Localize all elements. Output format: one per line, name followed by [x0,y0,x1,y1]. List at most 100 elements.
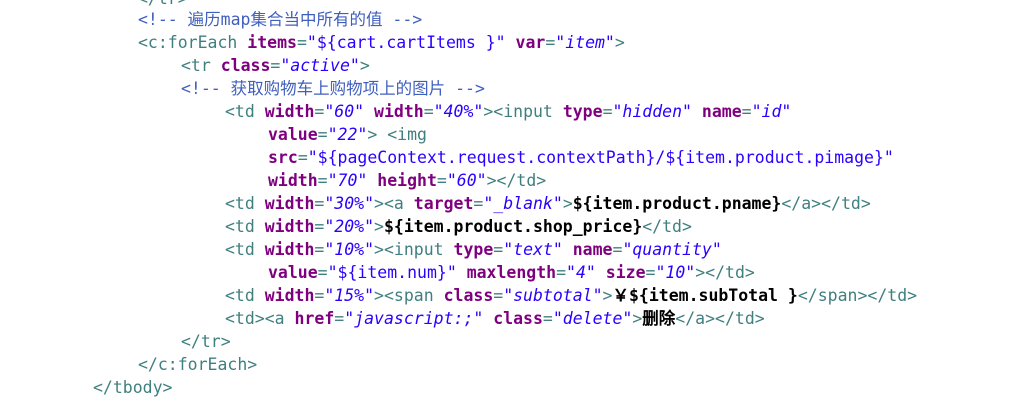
equals: = [314,194,325,213]
equals: = [314,240,325,259]
attr-value: "javascript:;" [344,309,484,328]
code-line-9: <td width="30%"><a target="_blank">${ite… [225,192,871,215]
equals: = [334,309,345,328]
attr-name: name [572,240,613,259]
tag-open: <c:forEach [138,33,238,52]
tag-close: </a></td> [781,194,871,213]
tag-close: > [562,194,573,213]
attr-name: size [605,263,646,282]
code-line-1: <!-- 遍历map集合当中所有的值 --> [138,8,422,31]
code-line-5: <td width="60" width="40%"><input type="… [225,100,791,123]
code-line-11: <td width="10%"><input type="text" name=… [225,238,722,261]
tag-open: <input [383,240,444,259]
code-line-12: value="${item.num}" maxlength="4" size="… [268,261,755,284]
attr-name: width [264,102,315,121]
attr-value: "60" [446,171,487,190]
equals: = [314,286,325,305]
attr-value: "4" [566,263,596,282]
attr-value: "70" [327,171,368,190]
tag-close: > [374,194,384,213]
code-editor[interactable]: </tr> <!-- 遍历map集合当中所有的值 --> <c:forEach … [0,0,1027,403]
equals: = [545,33,556,52]
attr-name: class [220,56,271,75]
attr-value: "item" [555,33,615,52]
attr-name: width [268,171,318,190]
attr-name: value [268,263,318,282]
tag-close: > [367,125,378,144]
equals: = [317,171,328,190]
code-line-7: src="${pageContext.request.contextPath}/… [268,146,894,169]
tag-close: </tr> [181,332,231,351]
attr-name: var [515,33,546,52]
equals: = [612,240,623,259]
tag-close: </tbody> [93,378,173,397]
code-line-10: <td width="20%">${item.product.shop_pric… [225,215,692,238]
equals: = [436,171,447,190]
attr-value: "40%" [433,102,484,121]
equals: = [314,102,325,121]
tag-close: ></td> [486,171,547,190]
attr-name: href [294,309,335,328]
code-line-13: <td width="15%"><span class="subtotal">￥… [225,284,917,307]
tag-close: > [374,286,384,305]
tag-close: </c:forEach> [138,355,258,374]
tag-open: <img [387,125,427,144]
tag-open: <td [225,217,255,236]
attr-value: "10%" [324,240,375,259]
tag-open: <td [225,240,255,259]
tag-open: <td [225,102,255,121]
text-content: ${item.product.pname} [572,194,782,213]
equals: = [493,286,504,305]
attr-name: src [268,148,298,167]
text-content: ${item.product.shop_price} [383,217,643,236]
attr-value: "${pageContext.request.contextPath}/${it… [307,148,894,167]
attr-value: "quantity" [622,240,722,259]
tag-close: ></td> [695,263,755,282]
attr-value: "${item.num}" [327,263,457,282]
attr-name: target [413,194,474,213]
attr-name: value [268,125,318,144]
equals: = [645,263,656,282]
equals: = [314,217,325,236]
attr-name: class [443,286,494,305]
attr-name: width [264,240,315,259]
tag-open: <input [493,102,553,121]
attr-name: width [374,102,424,121]
code-line-4: <!-- 获取购物车上购物项上的图片 --> [181,77,485,100]
code-line-8: width="70" height="60"></td> [268,169,546,192]
attr-value: "15%" [324,286,375,305]
equals: = [317,125,328,144]
tag-open: <td [225,286,255,305]
attr-name: height [377,171,437,190]
code-line-3: <tr class="active"> [181,54,370,77]
tag-open: <tr [181,56,211,75]
tag-open: <td [225,194,255,213]
equals: = [602,102,613,121]
tag-close: </a></td> [675,309,765,328]
attr-name: class [493,309,543,328]
comment: <!-- 获取购物车上购物项上的图片 --> [181,79,485,98]
tag-open: <span [383,286,434,305]
attr-value: "60" [324,102,365,121]
equals: = [493,240,504,259]
tag-close: > [374,240,384,259]
equals: = [741,102,752,121]
tag-close: > [614,33,625,52]
tag-close: > [359,56,370,75]
equals: = [297,148,308,167]
code-line-2: <c:forEach items="${cart.cartItems }" va… [138,31,625,54]
code-line-15: </tr> [181,330,231,353]
code-line-17: </tbody> [93,376,172,399]
tag-close: </span></td> [797,286,918,305]
attr-value: "30%" [324,194,375,213]
tag-close: > [632,309,643,328]
equals: = [423,102,434,121]
attr-value: "active" [280,56,360,75]
attr-value: "text" [503,240,563,259]
attr-name: name [701,102,742,121]
attr-value: "20%" [324,217,375,236]
text-content: ￥${item.subTotal } [612,286,798,305]
attr-value: "_blank" [483,194,563,213]
attr-value: "${cart.cartItems }" [306,33,506,52]
equals: = [542,309,553,328]
